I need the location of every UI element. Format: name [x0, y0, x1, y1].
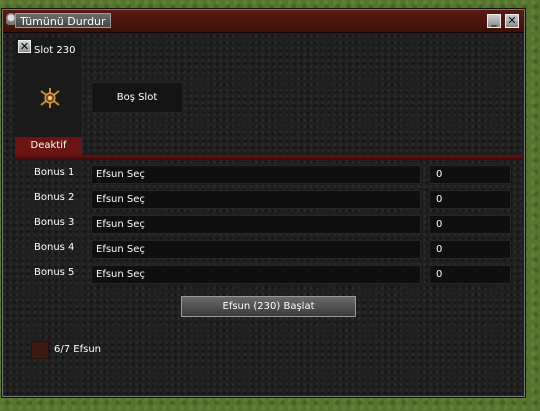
efsun-select-2[interactable]: Efsun Seç [91, 190, 421, 209]
empty-slot-button[interactable]: Boş Slot [91, 82, 183, 113]
bonus-label-1: Bonus 1 [34, 167, 75, 178]
bonus-value-2[interactable]: 0 [429, 190, 511, 209]
efsun-select-1[interactable]: Efsun Seç [91, 165, 421, 184]
item-icon[interactable] [37, 85, 63, 111]
efsun-select-4[interactable]: Efsun Seç [91, 240, 421, 259]
slot-title: Slot 230 [34, 45, 76, 56]
bonus-label-2: Bonus 2 [34, 192, 75, 203]
efsun-select-5[interactable]: Efsun Seç [91, 265, 421, 284]
bonus-value-4[interactable]: 0 [429, 240, 511, 259]
bonus-value-5[interactable]: 0 [429, 265, 511, 284]
stop-all-button[interactable]: Tümünü Durdur [15, 13, 111, 28]
start-efsun-button[interactable]: Efsun (230) Başlat [181, 296, 356, 317]
efsun-count: 6/7 Efsun [54, 344, 101, 355]
efsun-bot-window: Tümünü Durdur _ ✕ ✕ Slot 230 Boş Slot De… [2, 9, 525, 397]
status-deactivate-button[interactable]: Deaktif [15, 137, 82, 155]
efsun-item-icon [31, 341, 49, 359]
slot-close-icon[interactable]: ✕ [18, 40, 31, 53]
bonus-label-5: Bonus 5 [34, 267, 75, 278]
bonus-value-1[interactable]: 0 [429, 165, 511, 184]
title-bar[interactable]: Tümünü Durdur _ ✕ [3, 10, 524, 33]
minimize-button[interactable]: _ [487, 14, 501, 28]
efsun-select-3[interactable]: Efsun Seç [91, 215, 421, 234]
bonus-label-4: Bonus 4 [34, 242, 75, 253]
close-button[interactable]: ✕ [505, 14, 519, 28]
divider-bar [15, 155, 523, 160]
bonus-value-3[interactable]: 0 [429, 215, 511, 234]
bonus-label-3: Bonus 3 [34, 217, 75, 228]
